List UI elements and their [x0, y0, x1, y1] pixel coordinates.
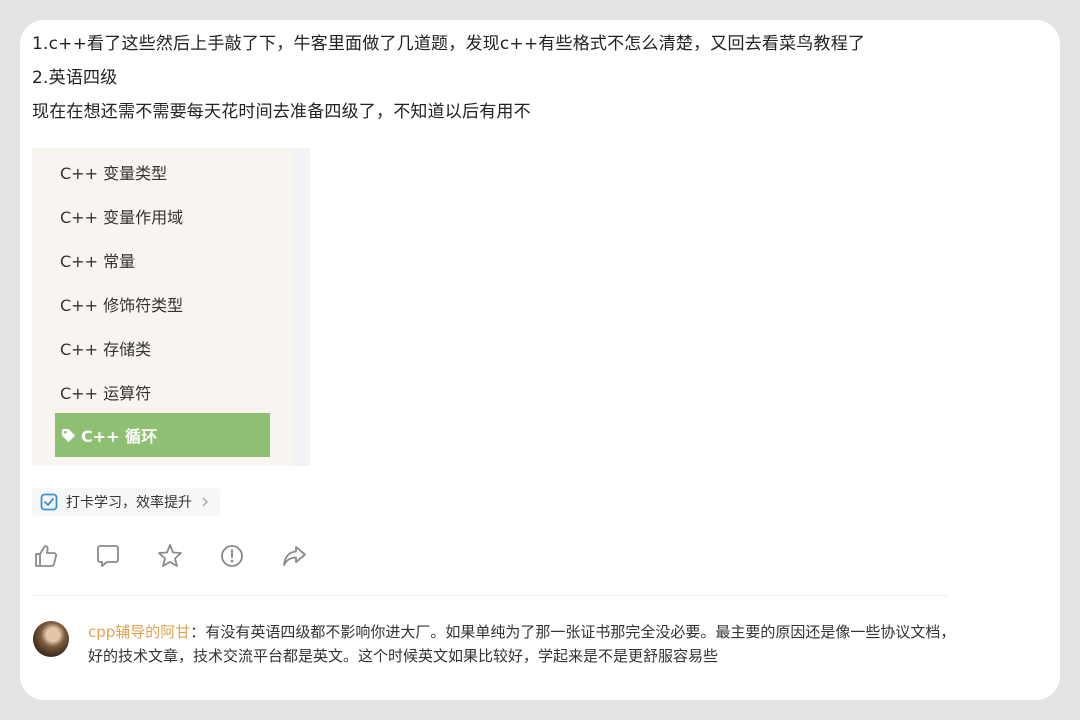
- topic-tag[interactable]: 打卡学习，效率提升: [32, 488, 220, 516]
- divider: [32, 595, 948, 596]
- comment-text: 有没有英语四级都不影响你进大厂。如果单纯为了那一张证书那完全没必要。最主要的原因…: [88, 623, 956, 665]
- star-icon[interactable]: [156, 542, 184, 570]
- like-icon[interactable]: [32, 542, 60, 570]
- checkbox-icon: [40, 493, 58, 511]
- chevron-right-icon: [202, 497, 209, 507]
- comment-icon[interactable]: [94, 542, 122, 570]
- menu-item-modifier-types: C++ 修饰符类型: [60, 296, 184, 315]
- post-text-line-1: 1.c++看了这些然后上手敲了下，牛客里面做了几道题，发现c++有些格式不怎么清…: [32, 34, 866, 54]
- topic-label: 打卡学习，效率提升: [66, 495, 192, 511]
- menu-item-loops-label: C++ 循环: [81, 427, 158, 446]
- post-text-line-2: 2.英语四级: [32, 68, 118, 88]
- menu-item-operators: C++ 运算符: [60, 384, 152, 403]
- report-icon[interactable]: [218, 542, 246, 570]
- menu-item-variable-scope: C++ 变量作用域: [60, 208, 184, 227]
- comment-separator: ：: [190, 623, 206, 641]
- comment: cpp辅导的阿甘：有没有英语四级都不影响你进大厂。如果单纯为了那一张证书那完全没…: [88, 620, 968, 668]
- menu-item-storage-class: C++ 存储类: [60, 340, 152, 359]
- tag-icon: [61, 428, 76, 442]
- tutorial-menu: C++ 变量类型 C++ 变量作用域 C++ 常量 C++ 修饰符类型 C++ …: [32, 148, 292, 466]
- post-text-line-3: 现在在想还需不需要每天花时间去准备四级了，不知道以后有用不: [32, 102, 531, 122]
- menu-item-variable-types: C++ 变量类型: [60, 164, 168, 183]
- post-card: 1.c++看了这些然后上手敲了下，牛客里面做了几道题，发现c++有些格式不怎么清…: [20, 20, 1060, 700]
- avatar[interactable]: [33, 621, 69, 657]
- post-image[interactable]: C++ 变量类型 C++ 变量作用域 C++ 常量 C++ 修饰符类型 C++ …: [32, 148, 310, 466]
- menu-item-constants: C++ 常量: [60, 252, 136, 271]
- share-icon[interactable]: [280, 542, 308, 570]
- menu-item-loops-active: C++ 循环: [55, 413, 270, 457]
- comment-author[interactable]: cpp辅导的阿甘: [88, 623, 190, 641]
